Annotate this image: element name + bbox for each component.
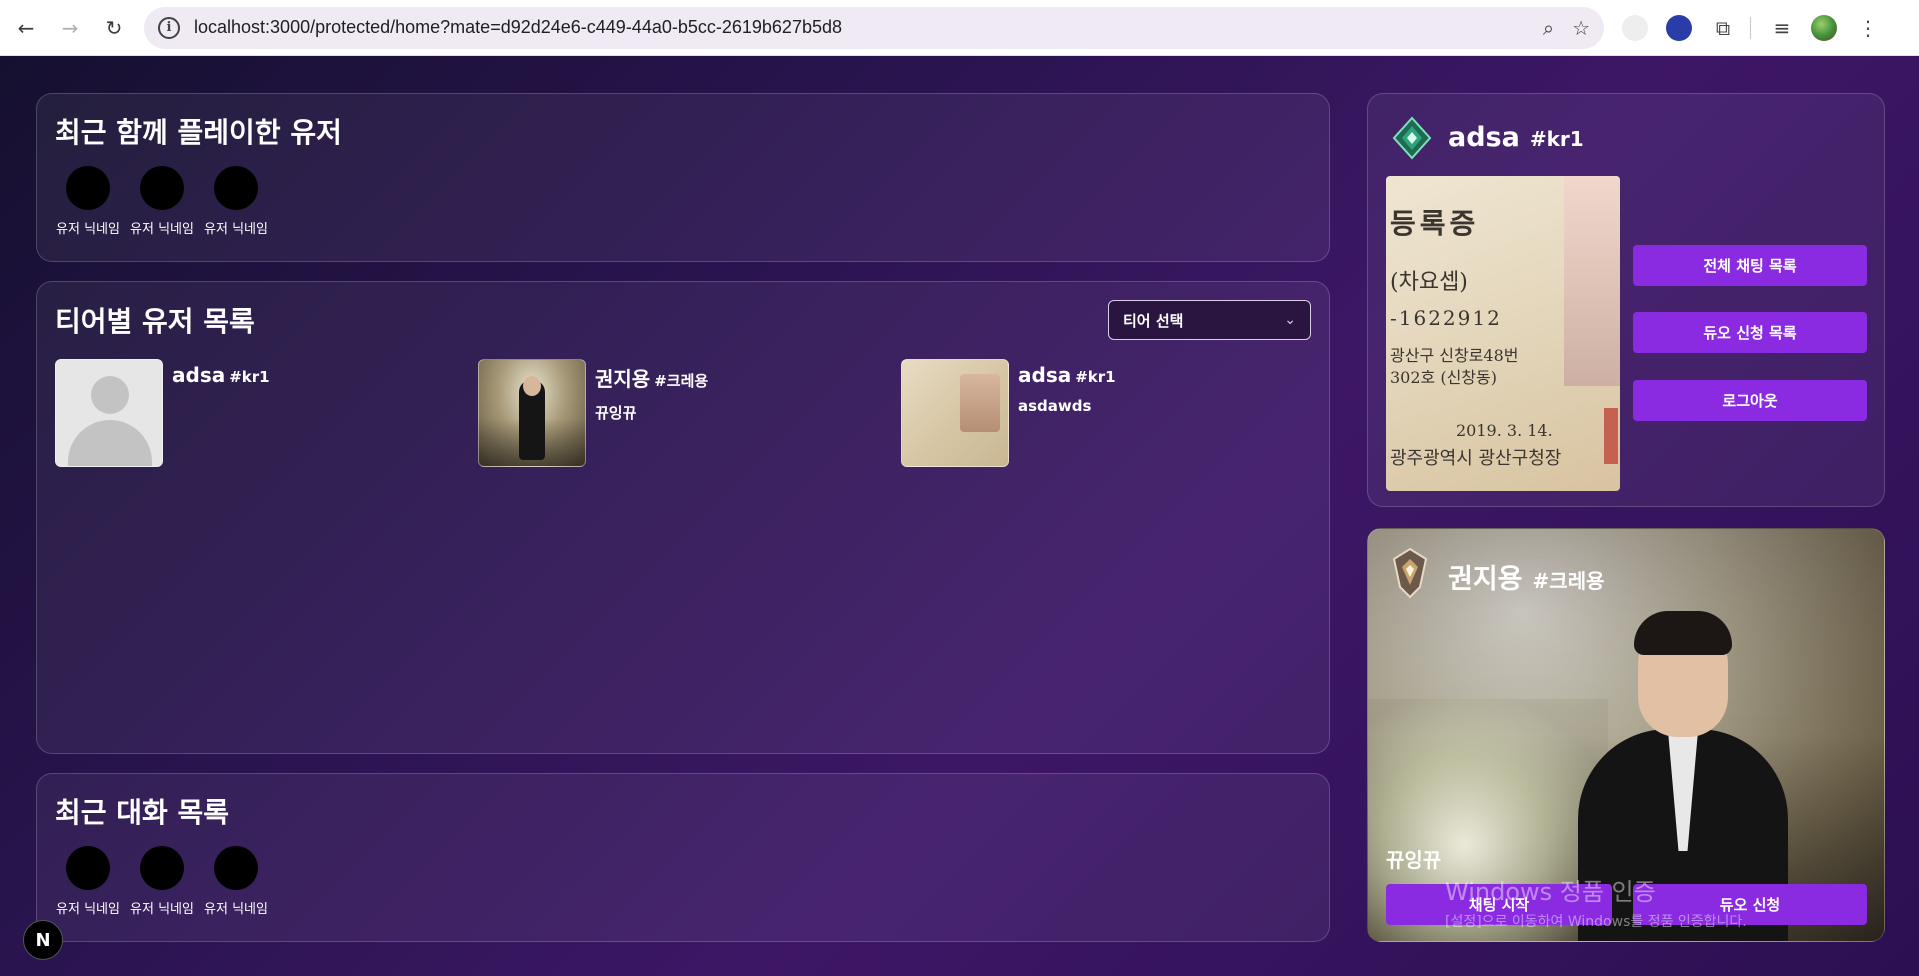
profile-username: adsa <box>1448 122 1520 153</box>
profile-avatar[interactable] <box>1811 14 1837 41</box>
profile-photo: 등록증 (차요셉) -1622912 광산구 신창로48번 302호 (신창동)… <box>1386 176 1620 491</box>
recent-chats-list: 유저 닉네임 유저 닉네임 유저 닉네임 <box>55 846 269 917</box>
list-item[interactable]: 유저 닉네임 <box>55 846 121 917</box>
panel-title: 최근 대화 목록 <box>55 796 230 829</box>
photo-text: 등록증 <box>1390 207 1480 240</box>
toolbar-divider <box>1750 16 1751 39</box>
list-item[interactable]: 유저 닉네임 <box>129 846 195 917</box>
all-chats-button[interactable]: 전체 채팅 목록 <box>1633 245 1867 286</box>
bookmark-star-icon[interactable]: ☆ <box>1572 16 1590 40</box>
user-nickname: 유저 닉네임 <box>204 902 268 917</box>
reload-icon[interactable]: ↻ <box>96 10 132 46</box>
tier-user-list-panel: 티어별 유저 목록 티어 선택 ⌄ adsa #kr1 권지용 #크레용 뀨잉뀨 <box>36 281 1330 754</box>
user-card[interactable]: adsa #kr1 asdawds <box>901 359 1116 467</box>
logout-button[interactable]: 로그아웃 <box>1633 380 1867 421</box>
zoom-icon[interactable]: ⌕ <box>1543 16 1554 40</box>
mate-tag: #크레용 <box>1532 569 1605 593</box>
user-tag: #kr1 <box>1075 368 1116 386</box>
media-icon[interactable]: ≡ <box>1769 15 1795 41</box>
recent-played-panel: 최근 함께 플레이한 유저 유저 닉네임 유저 닉네임 유저 닉네임 <box>36 93 1330 262</box>
menu-icon[interactable]: ⋮ <box>1855 15 1881 41</box>
avatar[interactable] <box>214 846 258 890</box>
photo-text: 302호 (신창동) <box>1390 368 1497 387</box>
mate-username: 권지용 <box>1448 564 1523 595</box>
panel-title: 최근 함께 플레이한 유저 <box>55 116 342 149</box>
watermark-subtitle: [설정]으로 이동하여 Windows를 정품 인증합니다. <box>1445 914 1747 930</box>
photo-text: (차요셉) <box>1390 270 1468 295</box>
back-icon[interactable]: ← <box>8 10 44 46</box>
my-profile-panel: adsa #kr1 등록증 (차요셉) -1622912 광산구 신창로48번 … <box>1367 93 1885 507</box>
tier-emblem-icon <box>1392 116 1432 160</box>
extension-icon[interactable] <box>1666 14 1692 41</box>
extension-icon[interactable] <box>1622 14 1648 41</box>
list-item[interactable]: 유저 닉네임 <box>55 166 121 237</box>
avatar[interactable] <box>140 846 184 890</box>
avatar[interactable] <box>214 166 258 210</box>
default-avatar[interactable] <box>55 359 163 467</box>
nextjs-dev-badge[interactable]: N <box>23 920 63 960</box>
duo-requests-button[interactable]: 듀오 신청 목록 <box>1633 312 1867 353</box>
avatar[interactable] <box>66 166 110 210</box>
user-nickname: 유저 닉네임 <box>56 902 120 917</box>
avatar[interactable] <box>66 846 110 890</box>
user-nickname: 유저 닉네임 <box>56 222 120 237</box>
mate-nickname: 뀨잉뀨 <box>1386 848 1442 872</box>
user-card[interactable]: adsa #kr1 <box>55 359 270 467</box>
watermark-title: Windows 정품 인증 <box>1445 878 1656 906</box>
user-tag: #크레용 <box>654 372 709 390</box>
profile-tag: #kr1 <box>1529 127 1584 151</box>
avatar[interactable] <box>140 166 184 210</box>
user-nickname: asdawds <box>1018 397 1092 415</box>
mate-name: 권지용 #크레용 <box>1448 557 1605 596</box>
list-item[interactable]: 유저 닉네임 <box>203 166 269 237</box>
photo-text: 광주광역시 광산구청장 <box>1390 448 1562 469</box>
list-item[interactable]: 유저 닉네임 <box>203 846 269 917</box>
tier-select-dropdown[interactable]: 티어 선택 ⌄ <box>1108 300 1311 340</box>
panel-title: 티어별 유저 목록 <box>55 305 255 338</box>
user-photo[interactable] <box>901 359 1009 467</box>
user-nickname: 뀨잉뀨 <box>595 404 637 422</box>
windows-activation-watermark: Windows 정품 인증 [설정]으로 이동하여 Windows를 정품 인증… <box>1445 872 1747 931</box>
tier-emblem-icon <box>1392 547 1428 599</box>
user-nickname: 유저 닉네임 <box>130 222 194 237</box>
user-tag: #kr1 <box>229 368 270 386</box>
user-nickname: 유저 닉네임 <box>204 222 268 237</box>
user-card[interactable]: 권지용 #크레용 뀨잉뀨 <box>478 359 708 467</box>
url-text[interactable]: localhost:3000/protected/home?mate=d92d2… <box>194 17 1525 38</box>
user-photo[interactable] <box>478 359 586 467</box>
photo-text: 광산구 신창로48번 <box>1390 346 1519 365</box>
puzzle-icon[interactable]: ⧉ <box>1710 15 1736 41</box>
user-name: adsa <box>1018 363 1072 387</box>
user-name: adsa <box>172 363 226 387</box>
profile-name: adsa #kr1 <box>1448 122 1584 153</box>
recent-chats-panel: 최근 대화 목록 유저 닉네임 유저 닉네임 유저 닉네임 <box>36 773 1330 942</box>
user-nickname: 유저 닉네임 <box>130 902 194 917</box>
photo-text: 2019. 3. 14. <box>1456 421 1553 440</box>
user-name: 권지용 <box>595 367 651 391</box>
forward-icon[interactable]: → <box>52 10 88 46</box>
tier-select-label: 티어 선택 <box>1123 311 1184 330</box>
recent-played-list: 유저 닉네임 유저 닉네임 유저 닉네임 <box>55 166 269 237</box>
browser-toolbar: ← → ↻ i localhost:3000/protected/home?ma… <box>0 0 1919 56</box>
chevron-down-icon: ⌄ <box>1284 312 1296 328</box>
address-bar[interactable]: i localhost:3000/protected/home?mate=d92… <box>144 6 1604 49</box>
list-item[interactable]: 유저 닉네임 <box>129 166 195 237</box>
site-info-icon[interactable]: i <box>158 16 180 39</box>
photo-text: -1622912 <box>1390 306 1502 330</box>
